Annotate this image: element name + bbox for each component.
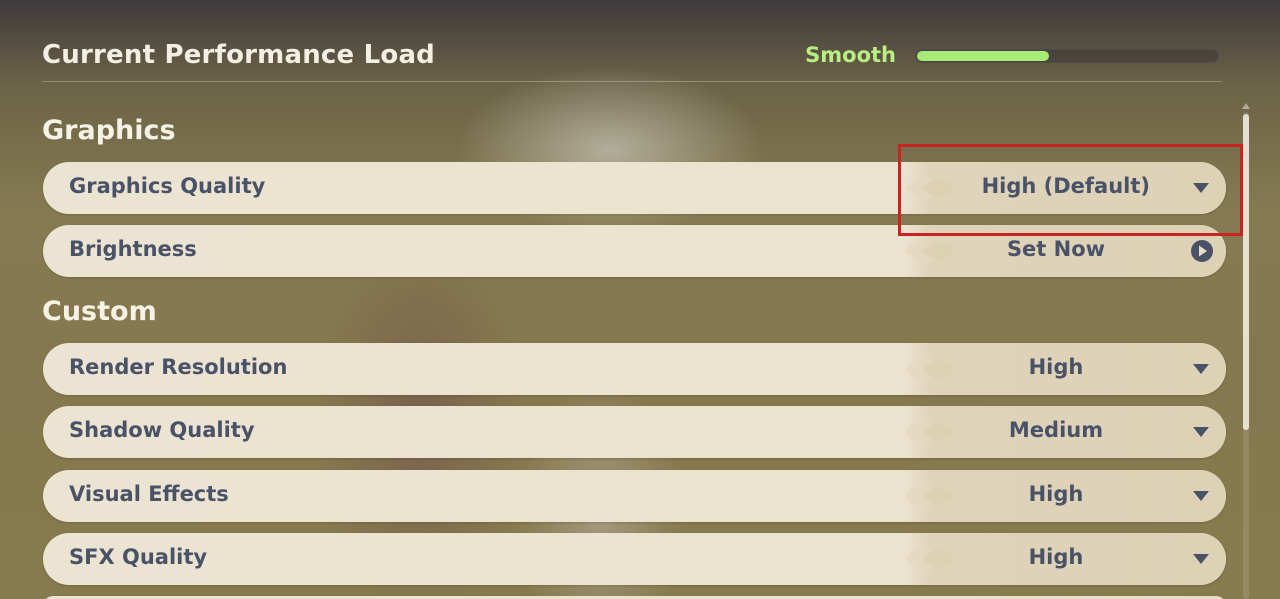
caret-down-icon[interactable] <box>1192 488 1210 504</box>
scroll-up-icon[interactable] <box>1242 102 1250 110</box>
caret-down-icon[interactable] <box>1192 361 1210 377</box>
setting-row-render-resolution[interactable]: Render Resolution High <box>43 343 1226 395</box>
caret-down-icon[interactable] <box>1192 551 1210 567</box>
scrollbar-thumb[interactable] <box>1243 114 1249 430</box>
performance-load-header: Current Performance Load Smooth <box>42 38 1222 82</box>
load-progress-bar <box>915 49 1219 63</box>
set-now-button[interactable]: Set Now <box>946 237 1166 261</box>
caret-down-icon[interactable] <box>1192 424 1210 440</box>
load-status-label: Smooth <box>805 43 896 67</box>
setting-value-dropdown[interactable]: Medium <box>946 418 1166 442</box>
setting-label: Graphics Quality <box>69 174 266 198</box>
setting-value-dropdown[interactable]: High <box>946 545 1166 569</box>
highlight-annotation-box <box>898 144 1243 236</box>
setting-row-sfx-quality[interactable]: SFX Quality High <box>43 533 1226 585</box>
section-title-custom: Custom <box>42 296 157 327</box>
setting-row-shadow-quality[interactable]: Shadow Quality Medium <box>43 406 1226 458</box>
setting-label: SFX Quality <box>69 545 208 569</box>
page-title: Current Performance Load <box>42 40 435 70</box>
load-progress-fill <box>917 51 1049 61</box>
arrow-right-circle-icon[interactable] <box>1190 239 1214 263</box>
setting-value-dropdown[interactable]: High <box>946 482 1166 506</box>
setting-label: Render Resolution <box>69 355 288 379</box>
setting-label: Brightness <box>69 237 197 261</box>
setting-label: Visual Effects <box>69 482 229 506</box>
section-title-graphics: Graphics <box>42 115 176 146</box>
setting-label: Shadow Quality <box>69 418 255 442</box>
setting-row-visual-effects[interactable]: Visual Effects High <box>43 470 1226 522</box>
setting-value-dropdown[interactable]: High <box>946 355 1166 379</box>
